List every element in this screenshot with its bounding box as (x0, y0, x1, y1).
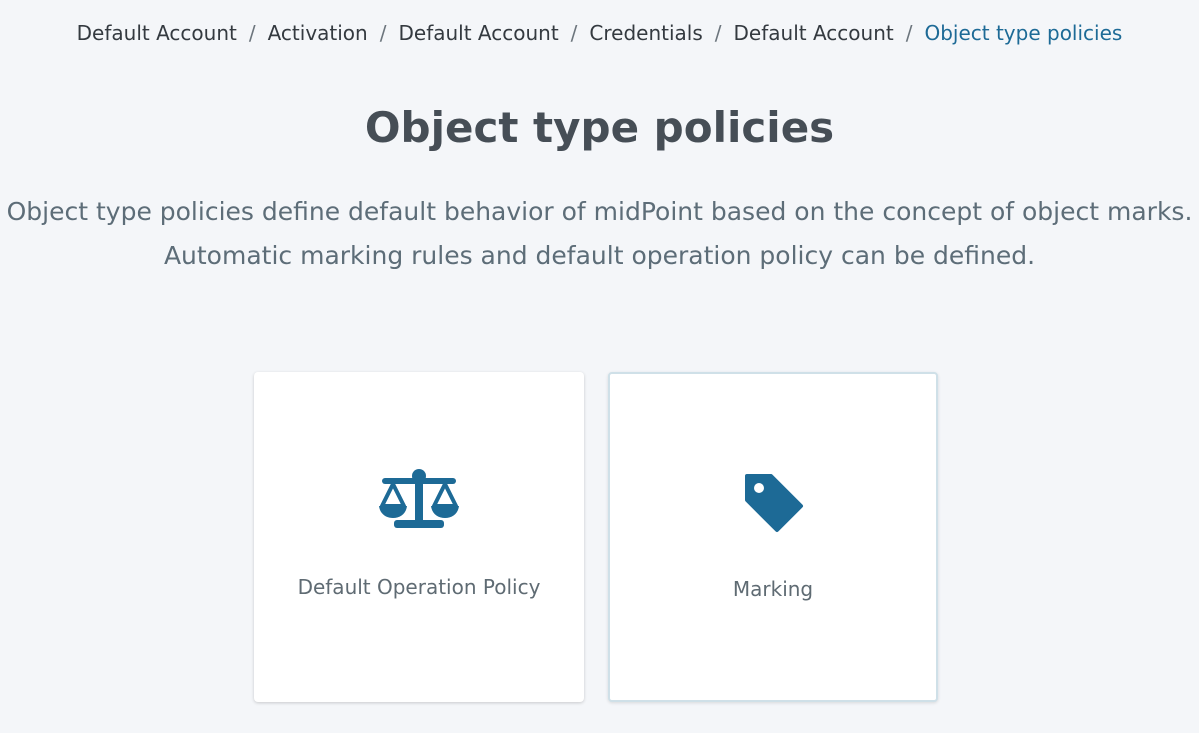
breadcrumb-separator: / (714, 21, 722, 45)
page-description-line-1: Object type policies define default beha… (6, 197, 1193, 226)
page-description-line-2: Automatic marking rules and default oper… (163, 241, 1036, 270)
marking-card[interactable]: Marking (608, 372, 938, 702)
breadcrumb-separator: / (379, 21, 387, 45)
breadcrumb-item-default-account-3[interactable]: Default Account (734, 20, 894, 46)
page-description: Object type policies define default beha… (0, 190, 1199, 278)
breadcrumb-item-default-account-1[interactable]: Default Account (77, 20, 237, 46)
breadcrumb-item-activation[interactable]: Activation (268, 20, 368, 46)
default-operation-policy-label: Default Operation Policy (297, 575, 541, 599)
breadcrumb-item-object-type-policies: Object type policies (924, 21, 1123, 45)
marking-label: Marking (732, 577, 814, 601)
breadcrumb-separator: / (248, 21, 256, 45)
breadcrumb-separator: / (905, 21, 913, 45)
breadcrumb-item-credentials[interactable]: Credentials (589, 20, 702, 46)
breadcrumb: Default Account / Activation / Default A… (0, 20, 1199, 46)
breadcrumb-item-default-account-2[interactable]: Default Account (398, 20, 558, 46)
default-operation-policy-card[interactable]: Default Operation Policy (254, 372, 584, 702)
policy-cards: Default Operation Policy Marking (254, 372, 938, 702)
tag-icon (610, 470, 936, 534)
balance-scale-icon (254, 468, 584, 532)
page: Default Account / Activation / Default A… (0, 0, 1199, 733)
page-title: Object type policies (364, 103, 835, 152)
breadcrumb-separator: / (570, 21, 578, 45)
